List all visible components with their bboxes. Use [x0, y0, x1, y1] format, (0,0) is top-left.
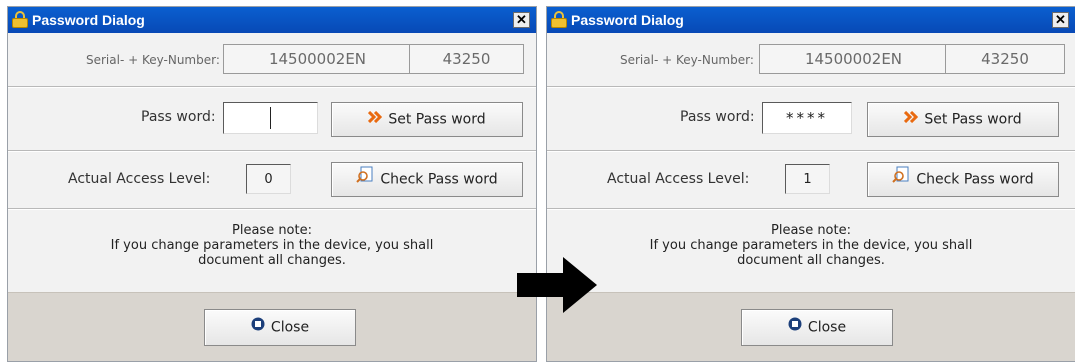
note-title: Please note: — [232, 223, 312, 238]
arrow-right-icon — [517, 257, 597, 313]
note-line-2: document all changes. — [737, 253, 885, 268]
password-dialog-before: Password Dialog ✕ Serial- + Key-Number: … — [7, 6, 537, 362]
access-level-field: 1 — [785, 164, 830, 194]
dialog-footer: Close — [547, 292, 1075, 361]
section-divider — [8, 150, 536, 152]
note-line-1: If you change parameters in the device, … — [649, 238, 973, 253]
key-number-field: 43250 — [409, 44, 524, 74]
password-label: Pass word: — [680, 109, 755, 125]
dialog-title: Password Dialog — [32, 12, 145, 28]
window-close-button[interactable]: ✕ — [513, 12, 530, 28]
access-level-label: Actual Access Level: — [68, 171, 211, 187]
set-password-label: Set Pass word — [924, 111, 1022, 128]
access-level-label: Actual Access Level: — [607, 171, 750, 187]
check-password-button[interactable]: Check Pass word — [331, 162, 523, 197]
note-line-2: document all changes. — [198, 253, 346, 268]
stop-square-icon — [251, 310, 265, 345]
double-chevron-right-icon — [368, 103, 383, 136]
title-bar: Password Dialog ✕ — [547, 7, 1075, 33]
serial-number-field: 14500002EN — [759, 44, 947, 74]
close-button-label: Close — [270, 319, 310, 336]
set-password-label: Set Pass word — [388, 111, 486, 128]
title-bar: Password Dialog ✕ — [8, 7, 536, 33]
lock-icon — [551, 11, 567, 28]
close-button-label: Close — [807, 319, 847, 336]
stop-square-icon — [788, 310, 802, 345]
window-close-button[interactable]: ✕ — [1052, 12, 1069, 28]
section-divider — [547, 208, 1075, 210]
note-title: Please note: — [771, 223, 851, 238]
serial-label: Serial- + Key-Number: — [86, 53, 220, 67]
note-line-1: If you change parameters in the device, … — [110, 238, 434, 253]
magnifier-document-icon — [356, 163, 374, 196]
set-password-button[interactable]: Set Pass word — [867, 102, 1059, 137]
access-level-field: 0 — [246, 164, 291, 194]
section-divider — [547, 150, 1075, 152]
password-label: Pass word: — [141, 109, 216, 125]
set-password-button[interactable]: Set Pass word — [331, 102, 523, 137]
close-button[interactable]: Close — [741, 309, 893, 346]
serial-number-field: 14500002EN — [223, 44, 411, 74]
check-password-label: Check Pass word — [380, 171, 498, 188]
close-button[interactable]: Close — [204, 309, 356, 346]
serial-label: Serial- + Key-Number: — [620, 53, 754, 67]
lock-icon — [12, 11, 28, 28]
double-chevron-right-icon — [904, 103, 919, 136]
check-password-button[interactable]: Check Pass word — [867, 162, 1059, 197]
section-divider — [547, 86, 1075, 88]
password-dialog-after: Password Dialog ✕ Serial- + Key-Number: … — [546, 6, 1075, 362]
dialog-footer: Close — [8, 292, 536, 361]
text-cursor — [270, 107, 271, 129]
key-number-field: 43250 — [945, 44, 1065, 74]
check-password-label: Check Pass word — [916, 171, 1034, 188]
dialog-title: Password Dialog — [571, 12, 684, 28]
password-input[interactable]: **** — [762, 102, 852, 134]
section-divider — [8, 86, 536, 88]
magnifier-document-icon — [892, 163, 910, 196]
section-divider — [8, 208, 536, 210]
